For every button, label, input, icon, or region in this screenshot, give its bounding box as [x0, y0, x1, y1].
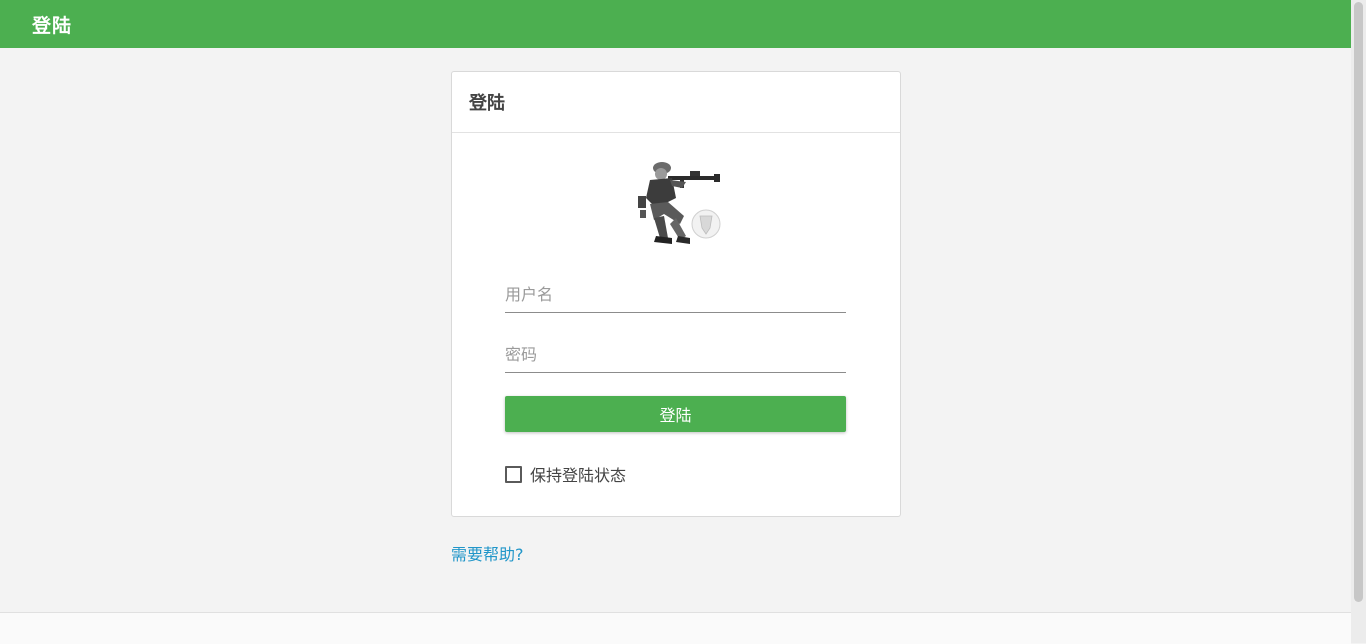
login-button[interactable]: 登陆: [505, 396, 846, 432]
page-scrollbar[interactable]: [1351, 0, 1366, 643]
scrollbar-thumb[interactable]: [1354, 2, 1363, 602]
app-bar-title: 登陆: [32, 14, 73, 37]
page-footer: [0, 612, 1351, 644]
remember-me-row[interactable]: 保持登陆状态: [505, 462, 626, 486]
remember-me-label[interactable]: 保持登陆状态: [530, 462, 626, 486]
help-link[interactable]: 需要帮助?: [451, 541, 524, 565]
login-card-header: 登陆: [452, 72, 900, 133]
login-card-title: 登陆: [469, 93, 505, 114]
top-app-bar: 登陆: [0, 0, 1351, 48]
login-card: 登陆 登陆 保持登陆状态: [451, 71, 901, 517]
password-input[interactable]: [505, 336, 846, 373]
soldier-illustration-icon: [630, 154, 724, 248]
username-input[interactable]: [505, 276, 846, 313]
remember-me-checkbox[interactable]: [505, 465, 522, 483]
